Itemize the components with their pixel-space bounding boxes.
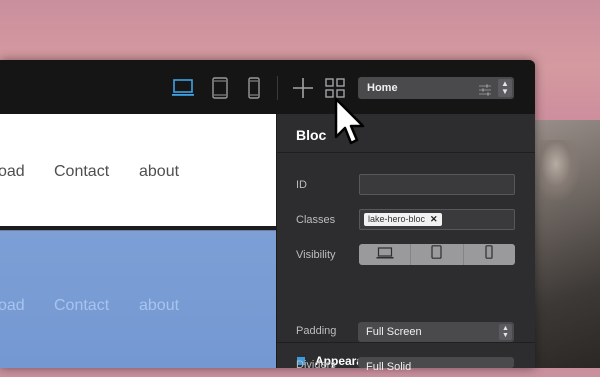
close-icon[interactable]: ✕ (430, 214, 438, 224)
class-tag[interactable]: lake-hero-bloc ✕ (364, 213, 442, 226)
laptop-icon[interactable] (170, 75, 196, 101)
visibility-phone-button[interactable] (462, 244, 515, 265)
nav-link-about[interactable]: about (139, 163, 179, 181)
page-select-value: Home (367, 82, 398, 94)
design-canvas[interactable]: oad Contact about oad Contact about (0, 114, 276, 368)
visibility-tablet-button[interactable] (410, 244, 462, 265)
id-label: ID (296, 179, 307, 191)
nav-link-contact[interactable]: Contact (54, 163, 109, 181)
visibility-label: Visibility (296, 249, 336, 261)
hero-nav-link-about[interactable]: about (139, 297, 179, 315)
divider (277, 152, 535, 153)
phone-icon (485, 245, 493, 264)
chevron-updown-icon: ▲ ▼ (499, 324, 512, 340)
add-icon[interactable] (290, 75, 316, 101)
sliders-icon (478, 82, 492, 104)
toolbar: Home ▲ ▼ (0, 60, 535, 115)
class-tag-label: lake-hero-bloc (368, 214, 426, 224)
classes-field[interactable]: lake-hero-bloc ✕ (359, 209, 515, 230)
padding-value: Full Screen (366, 326, 422, 338)
hero-nav-link-download[interactable]: oad (0, 297, 25, 315)
page-select[interactable]: Home ▲ ▼ (358, 77, 514, 99)
visibility-toggle (359, 244, 515, 265)
divider (277, 342, 535, 343)
chevron-updown-icon: ▲ ▼ (498, 79, 512, 97)
visibility-laptop-button[interactable] (359, 244, 410, 265)
dividers-label: Dividers (296, 359, 336, 371)
dividers-select[interactable]: Full Solid (358, 357, 514, 373)
padding-label: Padding (296, 325, 337, 337)
tablet-icon (431, 245, 443, 264)
hero-nav-link-contact[interactable]: Contact (54, 297, 109, 315)
id-field[interactable] (359, 174, 515, 195)
phone-icon[interactable] (241, 75, 267, 101)
lake-hero-bloc[interactable]: oad Contact about (0, 231, 276, 368)
nav-bloc[interactable]: oad Contact about (0, 114, 276, 226)
nav-link-download[interactable]: oad (0, 163, 25, 181)
tablet-icon[interactable] (207, 75, 233, 101)
desktop-wallpaper-rock (530, 120, 600, 368)
padding-select[interactable]: Full Screen ▲ ▼ (358, 322, 514, 342)
panel-title: Bloc (296, 127, 327, 143)
laptop-icon (376, 246, 394, 264)
dividers-value: Full Solid (366, 361, 412, 373)
toolbar-separator (277, 76, 278, 100)
classes-label: Classes (296, 214, 336, 226)
mouse-cursor-icon (333, 97, 367, 154)
